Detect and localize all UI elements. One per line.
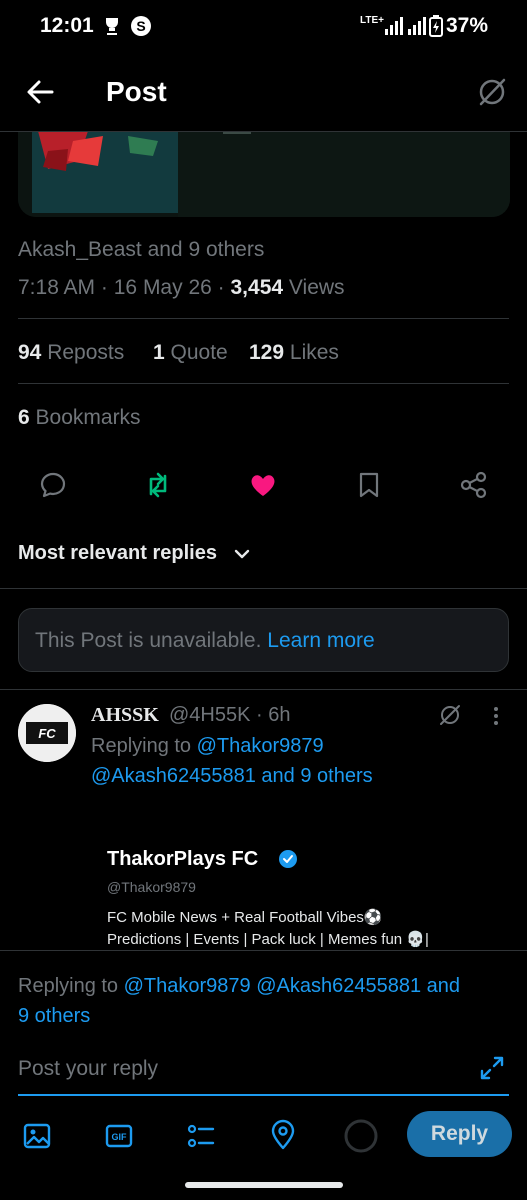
views-label: Views bbox=[288, 276, 345, 299]
card-profile-name: ThakorPlays FC bbox=[107, 848, 259, 870]
reply-composer: Replying to @Thakor9879 @Akash62455881 a… bbox=[0, 950, 527, 1200]
views-count: 3,454 bbox=[230, 276, 284, 299]
gif-icon[interactable]: GIF bbox=[104, 1121, 134, 1151]
grok-icon[interactable] bbox=[438, 703, 462, 727]
reposts-count: 94 bbox=[18, 341, 42, 364]
liked-by-text[interactable]: Akash_Beast and 9 others bbox=[18, 238, 264, 262]
post-media[interactable] bbox=[18, 131, 510, 217]
bookmark-icon[interactable] bbox=[354, 470, 384, 500]
battery-icon bbox=[429, 15, 443, 37]
composer-replying-line: Replying to @Thakor9879 @Akash62455881 a… bbox=[18, 975, 460, 998]
post-time: 7:18 AM bbox=[18, 276, 96, 299]
verified-badge-icon bbox=[279, 850, 297, 868]
avatar[interactable]: FC bbox=[18, 704, 76, 762]
unavailable-post-notice: This Post is unavailable. Learn more bbox=[18, 608, 509, 672]
signal-icon-2 bbox=[408, 17, 426, 35]
unavailable-text-row: This Post is unavailable. Learn more bbox=[35, 629, 375, 653]
separator: · bbox=[256, 704, 263, 726]
network-type: LTE+ bbox=[360, 15, 384, 26]
bookmarks-count: 6 bbox=[18, 406, 30, 429]
likes-count: 129 bbox=[249, 341, 285, 364]
location-icon[interactable] bbox=[268, 1119, 298, 1151]
likes-stat[interactable]: 129 Likes bbox=[249, 341, 339, 365]
signal-icon bbox=[385, 17, 403, 35]
status-bar: 12:01 S LTE+ 37% bbox=[0, 0, 527, 52]
reposts-stat[interactable]: 94 Reposts bbox=[18, 341, 124, 365]
expand-icon[interactable] bbox=[478, 1054, 506, 1082]
share-icon[interactable] bbox=[459, 470, 489, 500]
svg-text:FC: FC bbox=[38, 726, 56, 741]
post-date: 16 May 26 bbox=[113, 276, 212, 299]
divider bbox=[18, 383, 509, 384]
svg-text:S: S bbox=[136, 18, 145, 34]
reply-author-meta: @4H55K · 6h bbox=[169, 704, 291, 727]
reply-input[interactable]: Post your reply bbox=[18, 1057, 158, 1081]
reply-author-name[interactable]: AHSSK bbox=[91, 704, 159, 727]
card-bio-line2: Predictions | Events | Pack luck | Memes… bbox=[107, 931, 429, 948]
more-options-icon[interactable] bbox=[486, 704, 506, 728]
battery-level: 37% bbox=[446, 14, 489, 37]
post-timestamp: 7:18 AM · 16 May 26 · 3,454 Views bbox=[18, 276, 345, 300]
learn-more-link[interactable]: Learn more bbox=[267, 629, 374, 652]
quotes-stat[interactable]: 1 Quote bbox=[153, 341, 228, 365]
separator: · bbox=[100, 276, 108, 299]
divider bbox=[0, 689, 527, 690]
composer-replying-users[interactable]: @Thakor9879 @Akash62455881 and bbox=[124, 975, 460, 997]
reply-icon[interactable] bbox=[38, 470, 68, 500]
replies-sort-label: Most relevant replies bbox=[18, 542, 217, 564]
quotes-label: Quote bbox=[170, 341, 228, 364]
reply-author-handle[interactable]: @4H55K bbox=[169, 704, 250, 726]
character-counter-icon bbox=[344, 1119, 378, 1153]
reply-button[interactable]: Reply bbox=[407, 1111, 512, 1157]
separator: · bbox=[217, 276, 225, 299]
repost-icon[interactable] bbox=[143, 470, 173, 500]
reply-age: 6h bbox=[268, 704, 291, 726]
bookmarks-stat[interactable]: 6 Bookmarks bbox=[18, 406, 141, 430]
likes-label: Likes bbox=[289, 341, 339, 364]
grok-icon[interactable] bbox=[476, 76, 508, 108]
svg-text:GIF: GIF bbox=[112, 1132, 128, 1142]
replying-to-line: Replying to @Thakor9879 bbox=[91, 735, 324, 758]
replying-to-user[interactable]: @Thakor9879 bbox=[197, 735, 324, 757]
quotes-count: 1 bbox=[153, 341, 165, 364]
card-bio-line1: FC Mobile News + Real Football Vibes⚽ bbox=[107, 909, 383, 926]
back-arrow-icon[interactable] bbox=[26, 78, 54, 106]
unavailable-text: This Post is unavailable. bbox=[35, 629, 262, 652]
media-image bbox=[18, 131, 510, 217]
divider bbox=[18, 318, 509, 319]
poll-icon[interactable] bbox=[186, 1121, 216, 1151]
composer-replying-label: Replying to bbox=[18, 975, 119, 997]
home-indicator[interactable] bbox=[185, 1182, 343, 1188]
replying-to-label: Replying to bbox=[91, 735, 192, 757]
app-notification-icon: S bbox=[131, 16, 151, 36]
reply-media[interactable]: ThakorPlays FC @Thakor9879 FC Mobile New… bbox=[91, 800, 511, 950]
reposts-label: Reposts bbox=[47, 341, 125, 364]
chevron-down-icon[interactable] bbox=[233, 545, 251, 563]
replies-sort-dropdown[interactable]: Most relevant replies bbox=[18, 542, 217, 565]
trophy-icon bbox=[106, 18, 118, 35]
composer-replying-others[interactable]: 9 others bbox=[18, 1005, 90, 1028]
status-time: 12:01 bbox=[40, 14, 94, 37]
avatar-image: FC bbox=[18, 704, 76, 762]
input-underline bbox=[18, 1094, 509, 1096]
replying-to-others[interactable]: @Akash62455881 and 9 others bbox=[91, 765, 373, 788]
image-icon[interactable] bbox=[22, 1121, 52, 1151]
page-title: Post bbox=[106, 76, 167, 107]
divider bbox=[0, 588, 527, 589]
like-icon[interactable] bbox=[248, 470, 278, 500]
top-app-bar: Post bbox=[0, 52, 527, 132]
card-profile-handle: @Thakor9879 bbox=[107, 879, 196, 895]
bookmarks-label: Bookmarks bbox=[35, 406, 141, 429]
